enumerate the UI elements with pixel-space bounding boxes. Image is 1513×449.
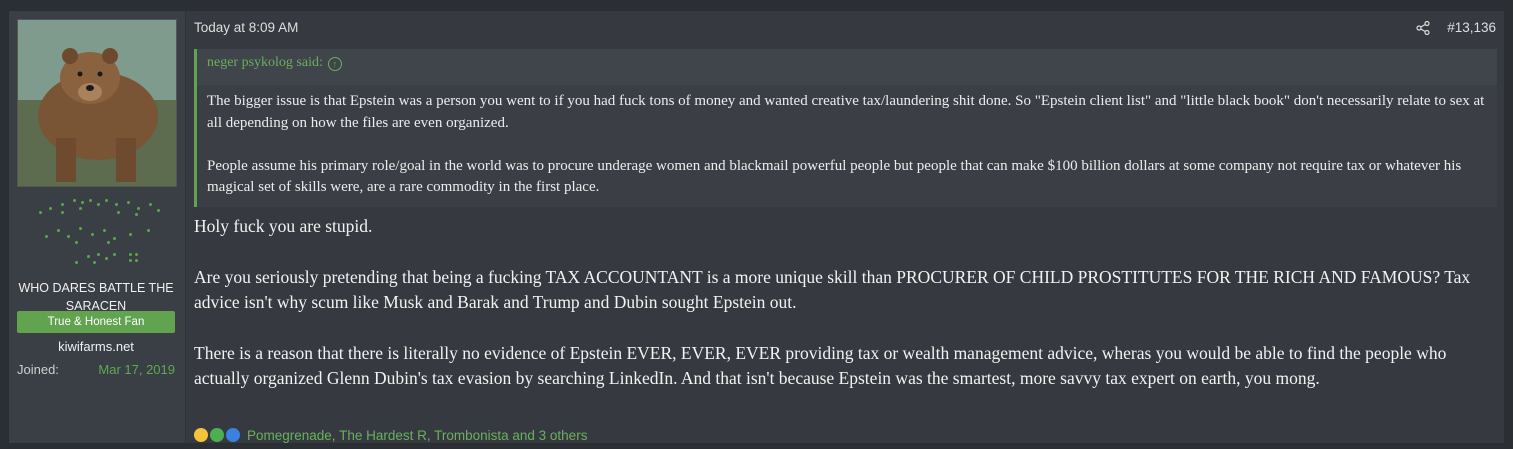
reactions-list-link[interactable]: Pomegrenade, The Hardest R, Trombonista …	[247, 428, 587, 443]
user-title: WHO DARES BATTLE THE SARACEN	[18, 281, 174, 313]
post-number-link[interactable]: #13,136	[1447, 20, 1496, 35]
bear-avatar-image	[18, 20, 176, 186]
joined-date: Mar 17, 2019	[98, 362, 175, 377]
share-icon[interactable]	[1416, 21, 1430, 35]
arrow-up-circle-icon[interactable]: ↑	[327, 57, 342, 71]
joined-label: Joined:	[17, 362, 59, 377]
post-main: Today at 8:09 AM #13,136 neger psykolog …	[193, 11, 1504, 443]
quote-content: The bigger issue is that Epstein was a p…	[197, 85, 1497, 207]
quote-block: neger psykolog said: ↑ The bigger issue i…	[194, 49, 1497, 207]
post-date-link[interactable]: Today at 8:09 AM	[194, 20, 298, 35]
user-avatar[interactable]	[17, 19, 177, 187]
thumbs-up-icon	[226, 428, 240, 442]
quote-author[interactable]: neger psykolog said:	[207, 55, 323, 70]
user-banner: True & Honest Fan	[17, 311, 175, 333]
reactions-bar[interactable]: Pomegrenade, The Hardest R, Trombonista …	[194, 426, 587, 444]
laughing-face-icon	[194, 428, 208, 442]
quote-author-link[interactable]: neger psykolog said: ↑	[207, 55, 342, 71]
post-paragraph: There is a reason that there is literall…	[194, 343, 1447, 388]
post-paragraph: Are you seriously pretending that being …	[194, 267, 1471, 312]
braille-decoration	[17, 193, 175, 277]
check-icon	[210, 428, 224, 442]
forum-post: WHO DARES BATTLE THE SARACEN True & Hone…	[8, 10, 1505, 444]
user-site: kiwifarms.net	[58, 339, 134, 354]
post-paragraph: Holy fuck you are stupid.	[194, 216, 373, 236]
user-sidebar: WHO DARES BATTLE THE SARACEN True & Hone…	[9, 11, 186, 443]
quote-paragraph: The bigger issue is that Epstein was a p…	[207, 93, 1485, 131]
quote-paragraph: People assume his primary role/goal in t…	[207, 157, 1462, 196]
post-body: Holy fuck you are stupid. Are you seriou…	[194, 214, 1494, 417]
